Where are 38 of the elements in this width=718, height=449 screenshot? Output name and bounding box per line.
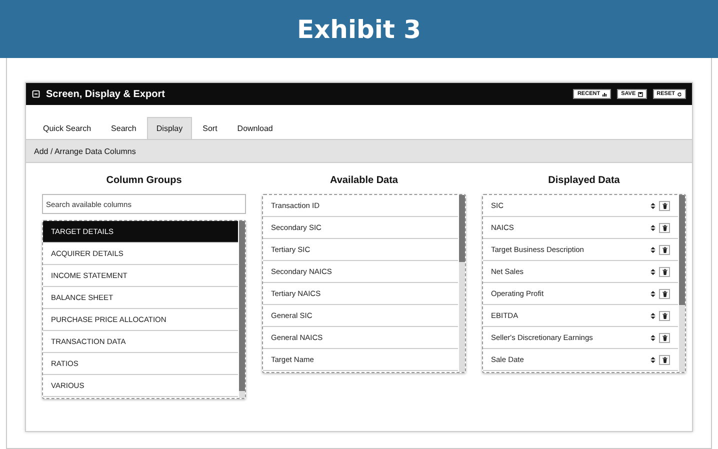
chart-icon [602, 92, 608, 96]
delete-button[interactable] [659, 310, 670, 320]
trash-icon [662, 224, 668, 230]
tab[interactable]: Display [147, 117, 192, 139]
sort-icon [650, 224, 656, 230]
section-title: Add / Arrange Data Columns [34, 146, 136, 156]
save-icon [638, 92, 643, 96]
delete-button[interactable] [659, 200, 670, 210]
trash-icon [662, 268, 668, 274]
sort-icon [650, 356, 656, 362]
trash-icon [662, 202, 668, 208]
delete-button[interactable] [659, 288, 670, 298]
scrollbar[interactable] [679, 195, 685, 372]
exhibit-title: Exhibit 3 [296, 14, 422, 44]
sort-icon [650, 268, 656, 274]
sort-icon [650, 312, 656, 318]
delete-button[interactable] [659, 266, 670, 276]
column-heading: Available Data [329, 175, 399, 186]
trash-icon [662, 334, 668, 340]
sort-icon [650, 290, 656, 296]
sort-icon [650, 334, 656, 340]
trash-icon [662, 246, 668, 252]
delete-button[interactable] [659, 354, 670, 364]
scrollbar[interactable] [239, 221, 245, 398]
sort-icon [650, 246, 656, 252]
trash-icon [662, 356, 668, 362]
trash-icon [662, 312, 668, 318]
delete-button[interactable] [659, 332, 670, 342]
minimize-icon [32, 90, 40, 98]
delete-button[interactable] [659, 222, 670, 232]
sort-icon [650, 202, 656, 208]
window-title: Screen, Display & Export [46, 88, 166, 100]
trash-icon [662, 290, 668, 296]
refresh-icon [677, 92, 682, 96]
column-heading: Column Groups [105, 175, 183, 186]
scrollbar[interactable] [459, 195, 465, 372]
column-heading: Displayed Data [547, 175, 621, 186]
delete-button[interactable] [659, 244, 670, 254]
